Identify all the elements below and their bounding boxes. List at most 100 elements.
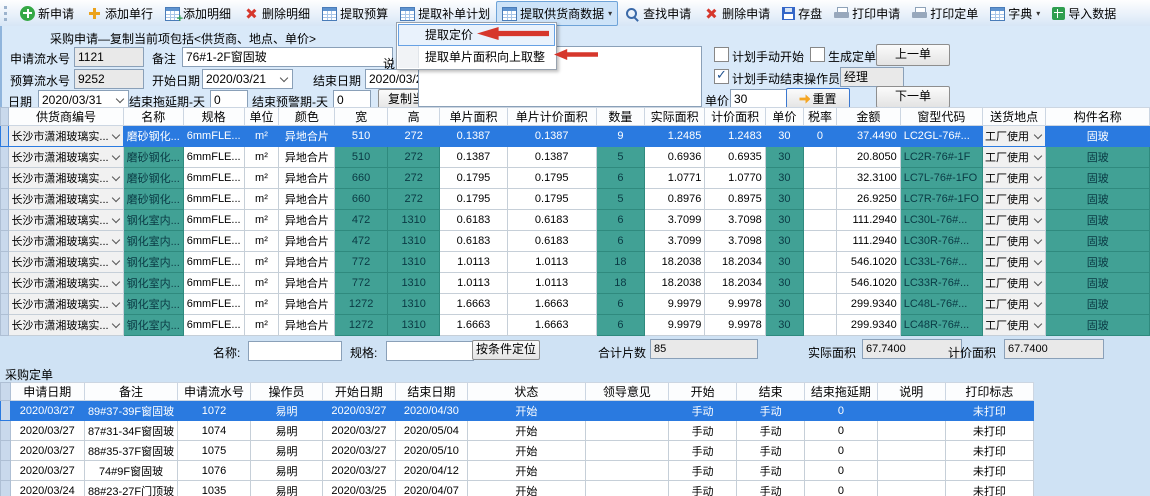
cell-height[interactable]: 272 (387, 189, 440, 210)
table-row[interactable]: 长沙市潇湘玻璃实...磨砂钢化...6mmFLE...m²异地合片5102720… (1, 147, 1150, 168)
cell-print-flag[interactable]: 未打印 (945, 461, 1033, 481)
cell-supplier-no[interactable]: 长沙市潇湘玻璃实... (9, 273, 123, 294)
cell-piece-area[interactable]: 0.6183 (440, 231, 507, 252)
cell-start[interactable]: 手动 (669, 421, 737, 441)
cell-actual-area[interactable]: 9.9979 (644, 294, 704, 315)
cell-color[interactable]: 异地合片 (279, 168, 335, 189)
toolbar-button-print-request[interactable]: 打印申请 (828, 1, 906, 26)
row-selector[interactable] (1, 401, 11, 421)
cell-piece-area[interactable]: 1.0113 (440, 273, 507, 294)
cell-window-code[interactable]: LC30R-76#... (900, 231, 982, 252)
cell-supplier-no[interactable]: 长沙市潇湘玻璃实... (9, 189, 123, 210)
table-row[interactable]: 长沙市潇湘玻璃实...钢化室内...6mmFLE...m²异地合片4721310… (1, 210, 1150, 231)
cell-amount[interactable]: 299.9340 (837, 315, 901, 336)
cell-piece-area[interactable]: 0.6183 (440, 210, 507, 231)
cell-height[interactable]: 272 (387, 168, 440, 189)
cell-operator[interactable]: 易明 (250, 461, 322, 481)
cell-spec[interactable]: 6mmFLE... (183, 126, 244, 147)
cell-piece-price-area[interactable]: 1.6663 (507, 315, 596, 336)
cell-window-code[interactable]: LC48L-76#... (900, 294, 982, 315)
cell-end[interactable]: 手动 (737, 441, 805, 461)
cell-amount[interactable]: 111.2940 (837, 210, 901, 231)
cell-tax-rate[interactable] (803, 231, 836, 252)
cell-spec[interactable]: 6mmFLE... (183, 273, 244, 294)
cell-unit-price[interactable]: 30 (765, 231, 803, 252)
toolbar-button-new-request[interactable]: 新申请 (14, 1, 80, 26)
cell-piece-area[interactable]: 1.6663 (440, 315, 507, 336)
menu-item[interactable]: 提取单片面积向上取整 (398, 46, 555, 68)
toolbar-button-save[interactable]: 存盘 (776, 1, 828, 26)
cell-amount[interactable]: 111.2940 (837, 231, 901, 252)
cell-supplier-no[interactable]: 长沙市潇湘玻璃实... (9, 147, 123, 168)
cell-actual-area[interactable]: 1.2485 (644, 126, 704, 147)
cell-tax-rate[interactable]: 0 (803, 126, 836, 147)
cell-unit[interactable]: m² (244, 273, 279, 294)
cell-note[interactable] (877, 461, 945, 481)
cell-note[interactable] (877, 441, 945, 461)
cell-height[interactable]: 272 (387, 147, 440, 168)
toolbar-button-print-order[interactable]: 打印定单 (906, 1, 984, 26)
cell-tax-rate[interactable] (803, 252, 836, 273)
cell-qty[interactable]: 6 (596, 294, 644, 315)
cell-tax-rate[interactable] (803, 189, 836, 210)
cell-actual-area[interactable]: 3.7099 (644, 231, 704, 252)
table-row[interactable]: 长沙市潇湘玻璃实...磨砂钢化...6mmFLE...m²异地合片6602720… (1, 168, 1150, 189)
generate-order-checkbox[interactable] (810, 47, 825, 62)
cell-amount[interactable]: 546.1020 (837, 252, 901, 273)
cell-name[interactable]: 磨砂钢化... (123, 126, 183, 147)
cell-name[interactable]: 钢化室内... (123, 210, 183, 231)
cell-name[interactable]: 钢化室内... (123, 294, 183, 315)
cell-amount[interactable]: 37.4490 (837, 126, 901, 147)
cell-width[interactable]: 472 (335, 231, 388, 252)
cell-price-area[interactable]: 9.9978 (705, 294, 765, 315)
cell-remark[interactable]: 74#9F窗固玻 (84, 461, 177, 481)
cell-start-date[interactable]: 2020/03/27 (323, 421, 395, 441)
cell-name[interactable]: 钢化室内... (123, 231, 183, 252)
locate-by-condition-button[interactable]: 按条件定位 (472, 340, 540, 360)
cell-note[interactable] (877, 481, 945, 496)
table-row[interactable]: 长沙市潇湘玻璃实...钢化室内...6mmFLE...m²异地合片7721310… (1, 252, 1150, 273)
cell-part-name[interactable]: 固玻 (1046, 294, 1150, 315)
cell-piece-price-area[interactable]: 0.6183 (507, 210, 596, 231)
cell-print-flag[interactable]: 未打印 (945, 421, 1033, 441)
cell-remark[interactable]: 88#23-27F门顶玻 (84, 481, 177, 496)
toolbar-button-add-detail[interactable]: 添加明细 (159, 1, 237, 26)
cell-print-flag[interactable]: 未打印 (945, 441, 1033, 461)
cell-print-flag[interactable]: 未打印 (945, 481, 1033, 496)
cell-price-area[interactable]: 18.2034 (705, 273, 765, 294)
cell-piece-price-area[interactable]: 0.1387 (507, 147, 596, 168)
cell-spec[interactable]: 6mmFLE... (183, 252, 244, 273)
cell-width[interactable]: 660 (335, 189, 388, 210)
cell-qty[interactable]: 5 (596, 189, 644, 210)
cell-status[interactable]: 开始 (468, 481, 586, 496)
row-selector[interactable] (1, 461, 11, 481)
cell-color[interactable]: 异地合片 (279, 231, 335, 252)
cell-end-date[interactable]: 2020/05/10 (395, 441, 467, 461)
cell-end[interactable]: 手动 (737, 401, 805, 421)
request-no-field[interactable]: 1121 (74, 47, 144, 67)
cell-end[interactable]: 手动 (737, 421, 805, 441)
cell-window-code[interactable]: LC2GL-76#... (900, 126, 982, 147)
cell-price-area[interactable]: 0.8975 (705, 189, 765, 210)
cell-delivery-place[interactable]: 工厂使用 (982, 294, 1045, 315)
cell-unit-price[interactable]: 30 (765, 126, 803, 147)
cell-actual-area[interactable]: 1.0771 (644, 168, 704, 189)
cell-start-date[interactable]: 2020/03/25 (323, 481, 395, 496)
cell-request-date[interactable]: 2020/03/27 (10, 461, 84, 481)
cell-window-code[interactable]: LC7R-76#-1FO (900, 189, 982, 210)
cell-leader-opinion[interactable] (585, 401, 668, 421)
cell-status[interactable]: 开始 (468, 461, 586, 481)
table-row[interactable]: 长沙市潇湘玻璃实...磨砂钢化...6mmFLE...m²异地合片6602720… (1, 189, 1150, 210)
cell-height[interactable]: 1310 (387, 294, 440, 315)
cell-start-date[interactable]: 2020/03/27 (323, 401, 395, 421)
cell-color[interactable]: 异地合片 (279, 315, 335, 336)
cell-supplier-no[interactable]: 长沙市潇湘玻璃实... (9, 126, 123, 147)
cell-color[interactable]: 异地合片 (279, 252, 335, 273)
cell-actual-area[interactable]: 3.7099 (644, 210, 704, 231)
cell-delivery-place[interactable]: 工厂使用 (982, 252, 1045, 273)
cell-unit-price[interactable]: 30 (765, 315, 803, 336)
cell-unit-price[interactable]: 30 (765, 273, 803, 294)
table-row[interactable]: 长沙市潇湘玻璃实...钢化室内...6mmFLE...m²异地合片1272131… (1, 294, 1150, 315)
cell-piece-area[interactable]: 0.1795 (440, 189, 507, 210)
row-selector[interactable] (1, 147, 9, 168)
